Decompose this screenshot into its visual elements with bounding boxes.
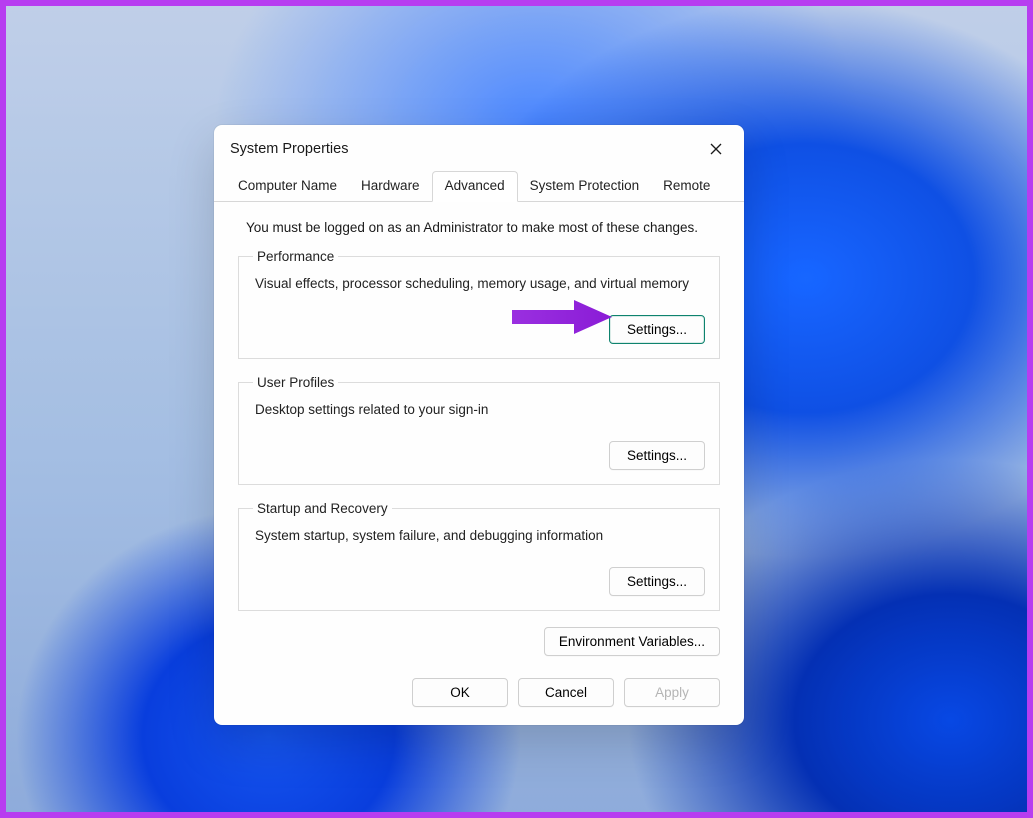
dialog-title: System Properties — [230, 141, 348, 157]
performance-desc: Visual effects, processor scheduling, me… — [255, 276, 705, 291]
tab-remote[interactable]: Remote — [651, 172, 722, 201]
apply-button[interactable]: Apply — [624, 678, 720, 707]
tab-advanced[interactable]: Advanced — [432, 171, 518, 202]
group-user-profiles: User Profiles Desktop settings related t… — [238, 375, 720, 485]
tab-hardware[interactable]: Hardware — [349, 172, 432, 201]
group-performance-legend: Performance — [253, 249, 338, 264]
admin-note: You must be logged on as an Administrato… — [246, 220, 720, 235]
tab-computer-name[interactable]: Computer Name — [226, 172, 349, 201]
tab-content-advanced: You must be logged on as an Administrato… — [214, 202, 744, 664]
titlebar: System Properties — [214, 125, 744, 171]
cancel-button[interactable]: Cancel — [518, 678, 614, 707]
startup-recovery-settings-button[interactable]: Settings... — [609, 567, 705, 596]
close-button[interactable] — [698, 135, 734, 163]
group-startup-recovery-legend: Startup and Recovery — [253, 501, 392, 516]
environment-variables-button[interactable]: Environment Variables... — [544, 627, 720, 656]
user-profiles-desc: Desktop settings related to your sign-in — [255, 402, 705, 417]
group-performance: Performance Visual effects, processor sc… — [238, 249, 720, 359]
startup-recovery-desc: System startup, system failure, and debu… — [255, 528, 705, 543]
system-properties-dialog: System Properties Computer Name Hardware… — [214, 125, 744, 725]
dialog-footer: OK Cancel Apply — [214, 664, 744, 725]
performance-settings-button[interactable]: Settings... — [609, 315, 705, 344]
tab-strip: Computer Name Hardware Advanced System P… — [214, 171, 744, 202]
group-startup-recovery: Startup and Recovery System startup, sys… — [238, 501, 720, 611]
user-profiles-settings-button[interactable]: Settings... — [609, 441, 705, 470]
ok-button[interactable]: OK — [412, 678, 508, 707]
tab-system-protection[interactable]: System Protection — [518, 172, 652, 201]
close-icon — [710, 143, 722, 155]
group-user-profiles-legend: User Profiles — [253, 375, 338, 390]
